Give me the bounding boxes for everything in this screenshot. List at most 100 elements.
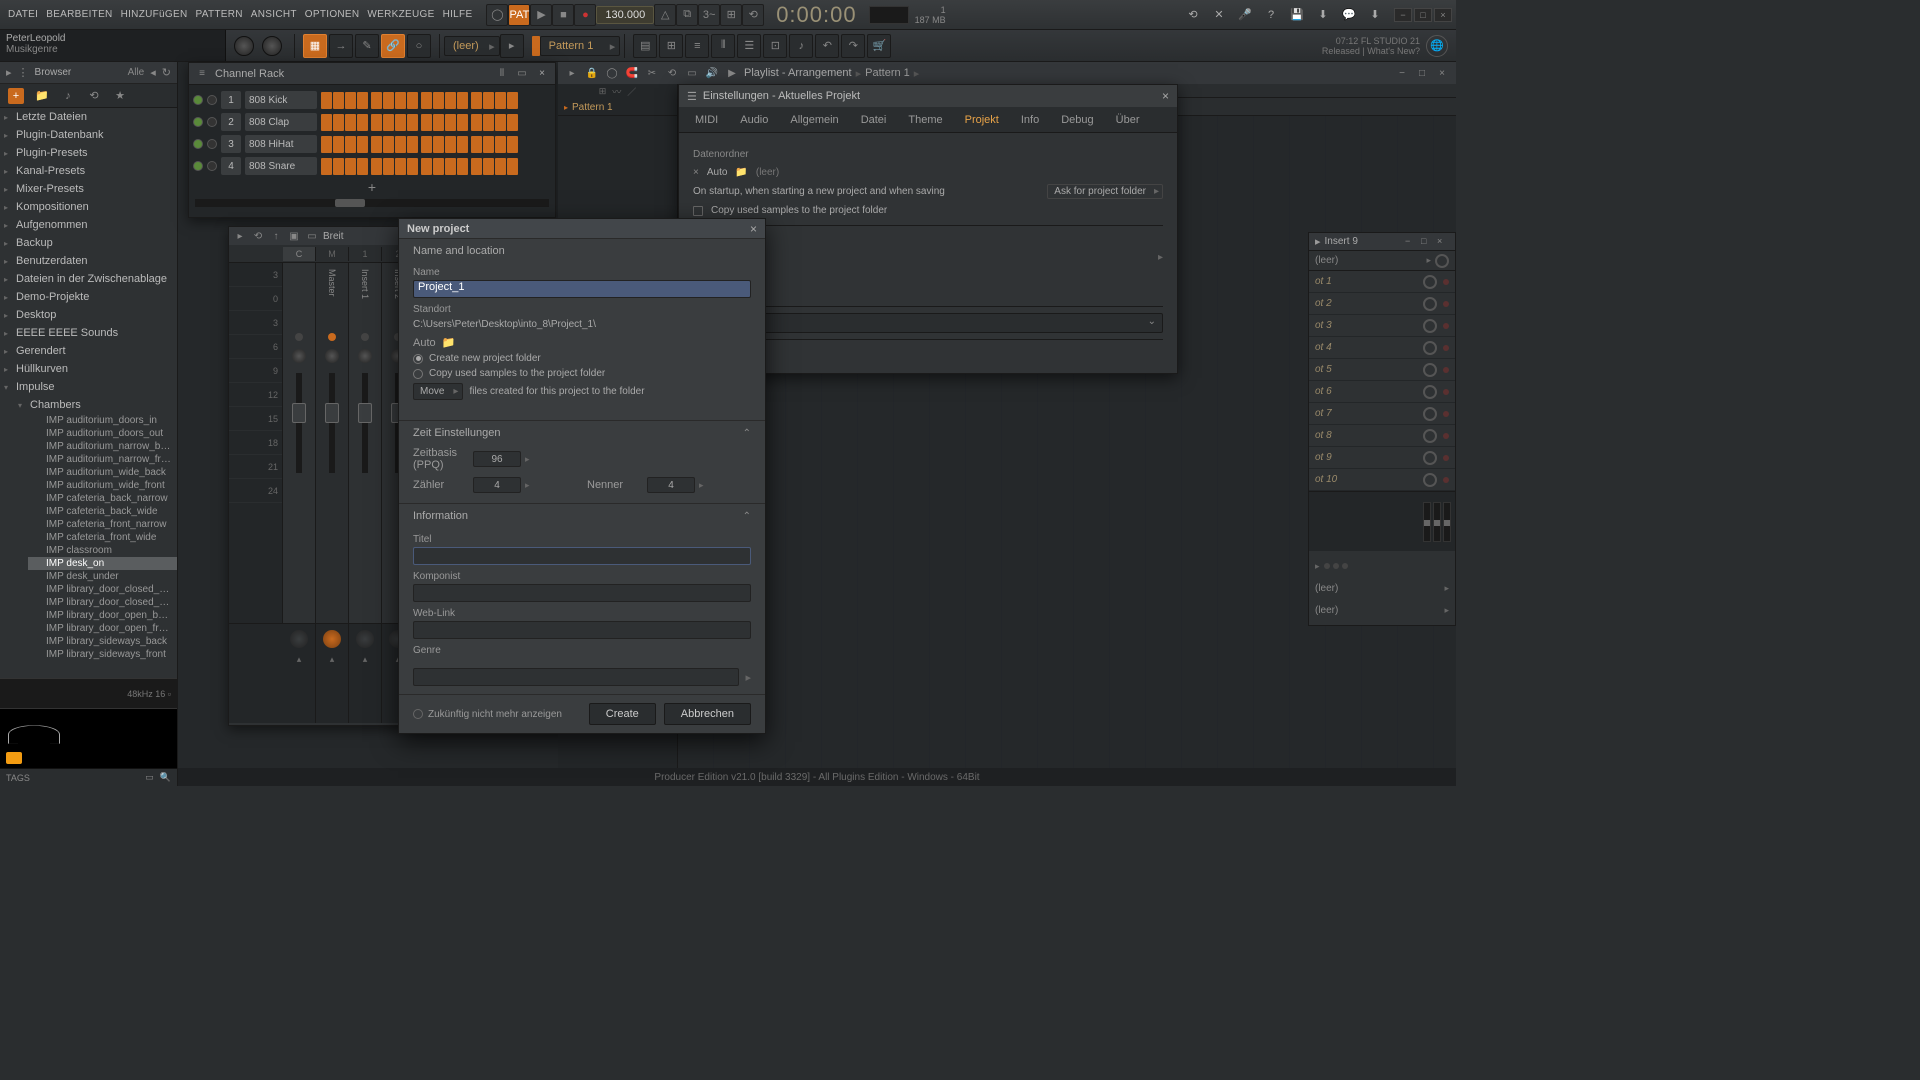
tree-leaf[interactable]: IMP auditorium_doors_in (28, 414, 177, 427)
fx-mix-knob[interactable] (1423, 451, 1437, 465)
fx-slot[interactable]: ot 1 (1309, 271, 1455, 293)
tree-leaf[interactable]: IMP library_door_closed_front (28, 596, 177, 609)
picker-wave-icon[interactable]: 〰 (612, 85, 621, 98)
pan-knob[interactable] (292, 349, 306, 363)
menu-pattern[interactable]: PATTERN (191, 9, 246, 20)
tree-folder[interactable]: Benutzerdaten (0, 252, 177, 270)
newproj-name-input[interactable]: Project_1 (413, 280, 751, 298)
mixer-view-icon[interactable]: ⟲ (251, 229, 265, 243)
fx-slot[interactable]: ot 8 (1309, 425, 1455, 447)
send-expand-icon[interactable]: ▴ (297, 654, 302, 665)
newproj-radio-create[interactable] (413, 354, 423, 364)
view-playlist-icon[interactable]: ▤ (633, 34, 657, 58)
playlist-max-icon[interactable]: □ (1414, 65, 1430, 81)
picker-grid-icon[interactable]: ⊞ (599, 86, 607, 97)
routing-dot[interactable] (1324, 563, 1330, 569)
channel-mute[interactable] (193, 95, 203, 105)
wave-preview[interactable] (0, 708, 177, 768)
tree-folder[interactable]: Demo-Projekte (0, 288, 177, 306)
tree-folder[interactable]: Impulse (0, 378, 177, 396)
tags-edit-icon[interactable]: ▭ (145, 772, 154, 783)
fx-enable-led[interactable] (1443, 279, 1449, 285)
newproj-ppq-value[interactable]: 96 (473, 451, 521, 467)
menu-hilfe[interactable]: HILFE (439, 9, 477, 20)
spin-arrow-icon[interactable]: ▸ (699, 480, 704, 491)
settings-copy-checkbox[interactable] (693, 206, 703, 216)
step-icon[interactable]: ⊞ (720, 4, 742, 26)
settings-tab-datei[interactable]: Datei (851, 110, 897, 130)
channel-pan[interactable] (207, 139, 217, 149)
send-knob[interactable] (290, 630, 308, 648)
settings-close-icon[interactable]: × (1162, 89, 1169, 103)
send-expand-icon[interactable]: ▴ (363, 654, 368, 665)
spin-arrow-icon[interactable]: ▸ (525, 454, 530, 465)
save-icon[interactable]: 💾 (1286, 4, 1308, 26)
newproj-close-icon[interactable]: × (750, 222, 757, 236)
collapse-icon[interactable]: ⌃ (743, 511, 751, 522)
view-plugin-icon[interactable]: ⊡ (763, 34, 787, 58)
mixer-ruler-cell[interactable]: M (316, 247, 349, 261)
browser-fwd-icon[interactable]: ↻ (162, 66, 171, 79)
tree-leaf[interactable]: IMP desk_on (28, 557, 177, 570)
fx-slot[interactable]: ot 5 (1309, 359, 1455, 381)
settings-remove-icon[interactable]: × (693, 167, 699, 178)
tree-leaf[interactable]: IMP library_sideways_front (28, 648, 177, 661)
fx-mix-knob[interactable] (1423, 429, 1437, 443)
fx-enable-led[interactable] (1443, 477, 1449, 483)
fx-max-icon[interactable]: □ (1421, 236, 1433, 248)
eq-band[interactable] (1443, 502, 1451, 542)
newproj-dontshow-checkbox[interactable] (413, 709, 423, 719)
download-icon[interactable]: ⬇ (1364, 4, 1386, 26)
fx-min-icon[interactable]: − (1405, 236, 1417, 248)
view-mixer-icon[interactable]: ⫴ (711, 34, 735, 58)
fx-slot[interactable]: ot 6 (1309, 381, 1455, 403)
playlist-play-icon[interactable]: ▶ (724, 65, 740, 81)
tree-folder[interactable]: Aufgenommen (0, 216, 177, 234)
tree-leaf[interactable]: IMP cafeteria_back_narrow (28, 492, 177, 505)
mixer-menu-icon[interactable]: ▸ (233, 229, 247, 243)
channel-name[interactable]: 808 Snare (245, 157, 317, 175)
menu-datei[interactable]: DATEI (4, 9, 42, 20)
loop-icon[interactable]: ⟲ (742, 4, 764, 26)
newproj-move-dropdown[interactable]: Move (413, 383, 463, 400)
fx-enable-led[interactable] (1443, 411, 1449, 417)
pat-mode-button[interactable]: PAT (508, 4, 530, 26)
step-sequencer-row[interactable] (321, 114, 521, 131)
mixer-ruler-cell[interactable]: C (283, 247, 316, 261)
browser-tab-star-icon[interactable]: ★ (112, 88, 128, 104)
settings-tab-info[interactable]: Info (1011, 110, 1049, 130)
menu-ansicht[interactable]: ANSICHT (247, 9, 301, 20)
tree-folder[interactable]: Plugin-Datenbank (0, 126, 177, 144)
view-undo-icon[interactable]: ↷ (841, 34, 865, 58)
newproj-composer-input[interactable] (413, 584, 751, 602)
settings-tab-ueber[interactable]: Über (1106, 110, 1150, 130)
send-knob[interactable] (323, 630, 341, 648)
collapse-icon[interactable]: ⌃ (743, 428, 751, 439)
playlist-tool4-icon[interactable]: 🔊 (704, 65, 720, 81)
fx-enable-led[interactable] (1443, 323, 1449, 329)
channel-number[interactable]: 3 (221, 135, 241, 153)
playlist-tool2-icon[interactable]: ⟲ (664, 65, 680, 81)
browser-collapse-icon[interactable]: ▸ (6, 66, 12, 79)
channel-number[interactable]: 2 (221, 113, 241, 131)
fx-slot[interactable]: ot 9 (1309, 447, 1455, 469)
settings-startup-dropdown[interactable]: Ask for project folder (1047, 184, 1163, 199)
chanrack-menu-icon[interactable]: ≡ (195, 67, 209, 81)
tree-leaf[interactable]: IMP auditorium_narrow_front (28, 453, 177, 466)
view-shop-icon[interactable]: 🛒 (867, 34, 891, 58)
channel-pan[interactable] (207, 161, 217, 171)
view-channelrack-icon[interactable]: ≡ (685, 34, 709, 58)
settings-tab-midi[interactable]: MIDI (685, 110, 728, 130)
pattern-selector[interactable]: Pattern 1 (540, 36, 621, 56)
send-knob[interactable] (356, 630, 374, 648)
pattern-next[interactable]: ▸ (500, 34, 524, 58)
record-button[interactable]: ● (574, 4, 596, 26)
chanrack-close-icon[interactable]: × (535, 67, 549, 81)
menu-werkzeuge[interactable]: WERKZEUGE (363, 9, 438, 20)
mic-icon[interactable]: 🎤 (1234, 4, 1256, 26)
genre-dropdown-icon[interactable]: ▸ (745, 671, 751, 684)
settings-tab-theme[interactable]: Theme (898, 110, 952, 130)
channel-name[interactable]: 808 Clap (245, 113, 317, 131)
tree-folder[interactable]: Backup (0, 234, 177, 252)
main-volume-knob[interactable] (234, 36, 254, 56)
